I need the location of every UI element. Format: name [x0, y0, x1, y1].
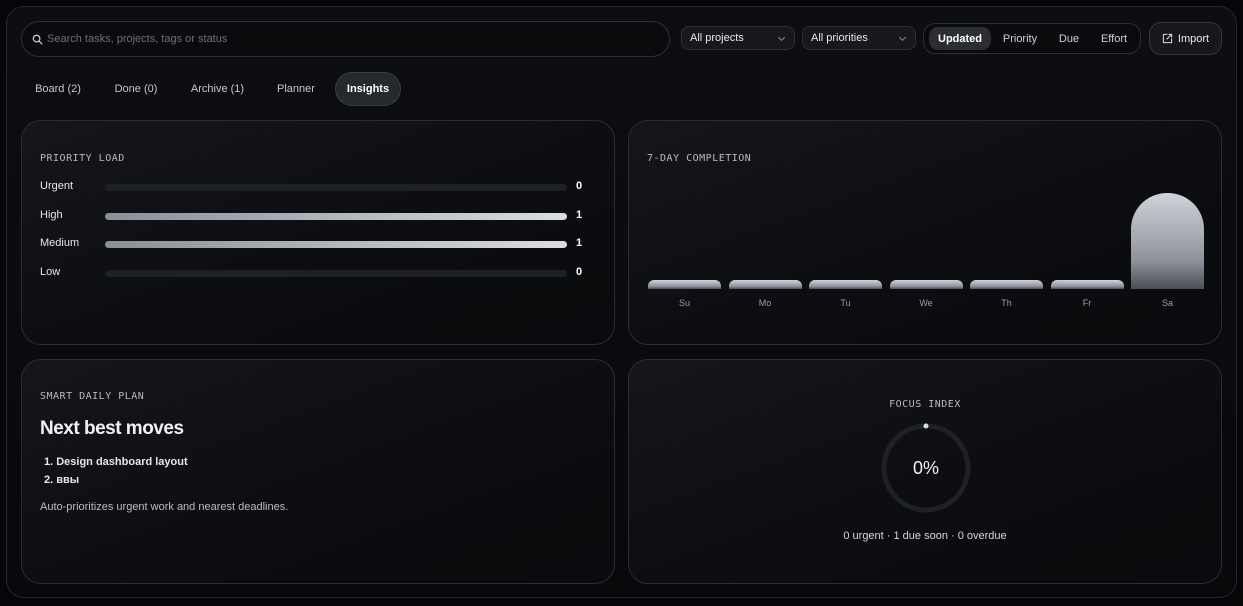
priority-load-card: PRIORITY LOAD Urgent 0 High 1 Medium 1 Low 0 [21, 120, 615, 345]
focus-index-card: FOCUS INDEX 0% 0 urgent · 1 due soon · 0… [628, 359, 1222, 584]
completion-chart-card: 7-DAY COMPLETION Su Mo Tu We Th Fr Sa [628, 120, 1222, 345]
priority-row-high: High 1 [40, 209, 586, 223]
priority-track [105, 213, 567, 220]
search-icon [32, 34, 43, 45]
priority-count: 0 [576, 266, 583, 278]
sort-toggle-group: Updated Priority Due Effort [923, 23, 1141, 54]
completion-bar-mo [728, 280, 802, 289]
priority-track [105, 241, 567, 248]
day-label: Tu [840, 298, 851, 308]
priority-fill [105, 213, 567, 220]
priority-track [105, 184, 567, 191]
completion-bar-we [889, 280, 963, 289]
day-label: We [919, 298, 933, 308]
priority-load-title: PRIORITY LOAD [40, 153, 125, 164]
priority-fill [105, 241, 567, 248]
plan-item: 2. ввы [44, 474, 80, 486]
sort-updated-button[interactable]: Updated [929, 27, 991, 50]
priority-track [105, 270, 567, 277]
priority-label: Urgent [40, 180, 74, 192]
priority-row-low: Low 0 [40, 266, 586, 280]
priority-filter-value: All priorities [811, 32, 868, 44]
plan-item: 1. Design dashboard layout [44, 456, 188, 468]
focus-ring: 0% [880, 422, 972, 514]
sort-due-button[interactable]: Due [1048, 27, 1090, 50]
import-button[interactable]: Import [1149, 22, 1222, 55]
import-icon [1162, 33, 1173, 44]
tab-archive[interactable]: Archive (1) [180, 72, 255, 106]
completion-bar-su [648, 280, 721, 289]
daily-plan-card: SMART DAILY PLAN Next best moves 1. Desi… [21, 359, 615, 584]
priority-count: 1 [576, 209, 583, 221]
day-label: Sa [1161, 298, 1173, 308]
priority-label: High [40, 209, 63, 221]
daily-plan-title: SMART DAILY PLAN [40, 391, 145, 402]
priority-row-medium: Medium 1 [40, 237, 586, 251]
import-label: Import [1177, 32, 1210, 45]
focus-title: FOCUS INDEX [889, 399, 961, 410]
plan-heading: Next best moves [40, 418, 184, 439]
tab-planner[interactable]: Planner [266, 72, 326, 106]
focus-stats: 0 urgent · 1 due soon · 0 overdue [843, 530, 1007, 542]
tab-board[interactable]: Board (2) [24, 72, 92, 106]
sort-priority-button[interactable]: Priority [994, 27, 1046, 50]
day-label: Th [1001, 298, 1012, 308]
tab-done[interactable]: Done (0) [104, 72, 168, 106]
day-label: Su [678, 298, 690, 308]
priority-count: 1 [576, 237, 583, 249]
day-label: Fr [1082, 298, 1092, 308]
project-filter-select[interactable]: All projects [681, 26, 795, 50]
search-bar[interactable] [21, 21, 670, 57]
chevron-down-icon [898, 36, 907, 42]
project-filter-value: All projects [690, 32, 744, 44]
priority-label: Medium [40, 237, 80, 249]
tab-insights[interactable]: Insights [335, 72, 401, 106]
priority-count: 0 [576, 180, 583, 192]
completion-chart: Su Mo Tu We Th Fr Sa [629, 121, 1223, 346]
search-input[interactable] [47, 33, 669, 45]
plan-note: Auto-prioritizes urgent work and nearest… [40, 501, 289, 513]
day-label: Mo [758, 298, 772, 308]
completion-bar-sa [1131, 193, 1204, 289]
priority-row-urgent: Urgent 0 [40, 180, 586, 194]
completion-bar-th [970, 280, 1043, 289]
completion-bar-fr [1050, 280, 1124, 289]
chevron-down-icon [777, 36, 786, 42]
sort-effort-button[interactable]: Effort [1092, 27, 1136, 50]
priority-label: Low [40, 266, 61, 278]
completion-bar-tu [809, 280, 882, 289]
priority-filter-select[interactable]: All priorities [802, 26, 916, 50]
focus-value: 0% [912, 457, 939, 478]
